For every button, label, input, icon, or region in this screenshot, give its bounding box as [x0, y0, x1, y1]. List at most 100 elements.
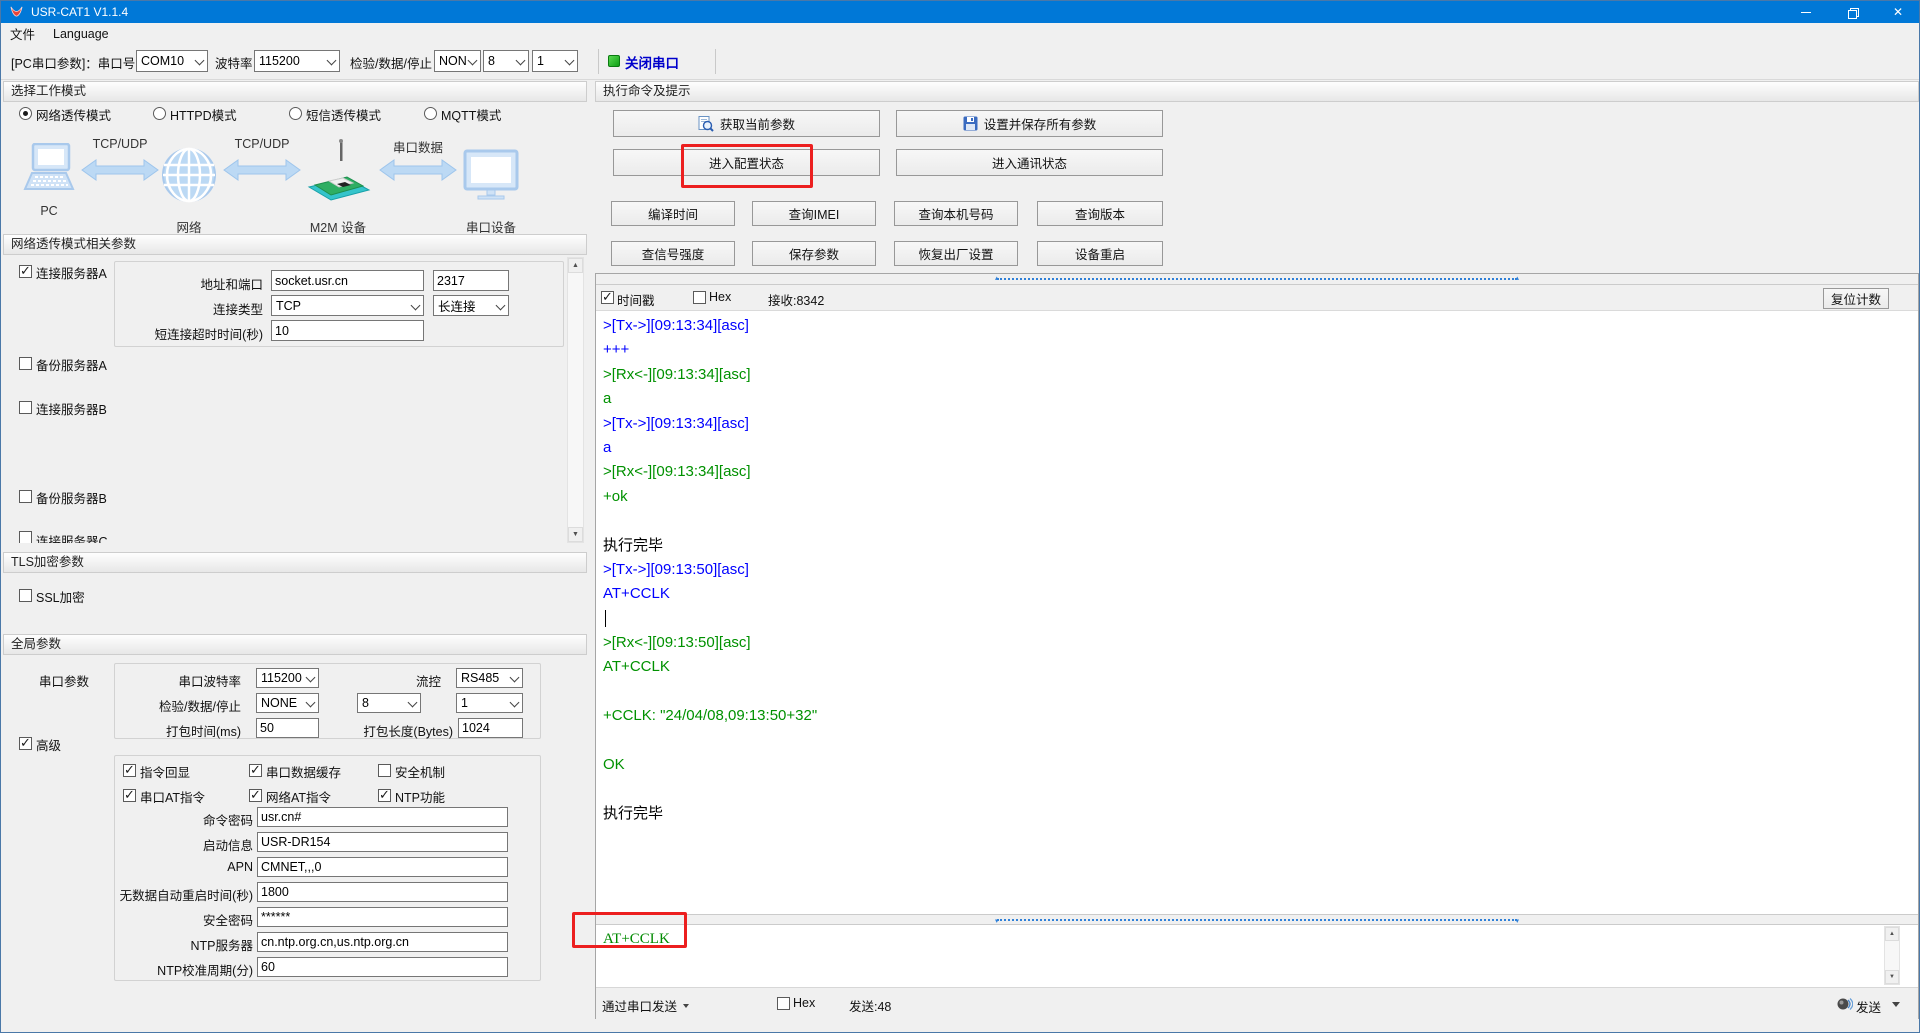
- connection-type-select[interactable]: TCP: [271, 295, 424, 316]
- splitter-handle[interactable]: ▴ ▴: [997, 278, 1517, 280]
- pack-length-label: 打包长度(Bytes): [359, 721, 453, 740]
- serial-databits-select[interactable]: 8: [357, 693, 421, 713]
- checkbox-timestamp[interactable]: [601, 291, 614, 304]
- parity-select[interactable]: NONI: [434, 50, 481, 72]
- reset-counter-button[interactable]: 复位计数: [1823, 288, 1889, 309]
- checkbox-serial-at[interactable]: [123, 789, 136, 802]
- menu-language[interactable]: Language: [44, 23, 118, 44]
- apn-input[interactable]: [257, 857, 508, 877]
- pc-icon: [23, 143, 75, 206]
- log-splitter-bottom[interactable]: ▾ ▾: [596, 914, 1918, 925]
- ntp-server-label: NTP服务器: [101, 935, 253, 954]
- boot-info-input[interactable]: [257, 832, 508, 852]
- baud-select[interactable]: 115200: [254, 50, 340, 72]
- radio-mqtt-mode[interactable]: [424, 107, 437, 120]
- close-serial-port-button[interactable]: 关闭串口: [625, 52, 679, 72]
- send-button[interactable]: 发送: [1856, 997, 1881, 1016]
- checkbox-label-timestamp: 时间戳: [617, 290, 655, 309]
- log-splitter-top[interactable]: ▴ ▴: [596, 274, 1918, 285]
- checkbox-server-a[interactable]: [19, 265, 32, 278]
- checkbox-server-b[interactable]: [19, 401, 32, 414]
- log-line: +++: [603, 338, 1918, 362]
- enter-config-state-button[interactable]: 进入配置状态: [613, 149, 880, 176]
- ntp-period-input[interactable]: [257, 957, 508, 977]
- log-line: >[Tx->][09:13:34][asc]: [603, 314, 1918, 338]
- checkbox-ssl[interactable]: [19, 589, 32, 602]
- dropdown-arrow-icon[interactable]: [1892, 1002, 1900, 1007]
- serial-device-icon: [463, 149, 519, 208]
- app-logo-icon: [9, 5, 24, 19]
- log-line: [603, 777, 1918, 801]
- splitter-arrow-icon: ▾: [995, 917, 999, 925]
- close-button[interactable]: ✕: [1875, 1, 1920, 23]
- link-label-tcp-udp-1: TCP/UDP: [81, 137, 159, 151]
- restore-button[interactable]: [1829, 1, 1875, 23]
- splitter-handle[interactable]: ▾ ▾: [997, 919, 1517, 921]
- checkbox-backup-server-a[interactable]: [19, 357, 32, 370]
- serial-stopbits-select[interactable]: 1: [456, 693, 523, 713]
- log-line: >[Rx<-][09:13:34][asc]: [603, 460, 1918, 484]
- serial-parity-select[interactable]: NONE: [256, 693, 319, 713]
- send-input-text[interactable]: AT+CCLK: [603, 931, 670, 948]
- set-save-params-button[interactable]: 设置并保存所有参数: [896, 110, 1163, 137]
- commands-header: 执行命令及提示: [595, 81, 1919, 102]
- ntp-server-input[interactable]: [257, 932, 508, 952]
- send-via-serial-dropdown[interactable]: 通过串口发送: [602, 996, 689, 1015]
- connection-mode-select[interactable]: 长连接: [433, 295, 509, 316]
- scroll-down-icon[interactable]: ▼: [568, 527, 583, 542]
- pack-length-input[interactable]: [458, 718, 523, 738]
- log-output[interactable]: >[Tx->][09:13:34][asc]+++ >[Rx<-][09:13:3…: [596, 311, 1918, 914]
- com-port-select[interactable]: COM10: [136, 50, 208, 72]
- flow-control-select[interactable]: RS485: [456, 668, 523, 688]
- checkbox-send-hex[interactable]: [777, 997, 790, 1010]
- save-params-button[interactable]: 保存参数: [752, 241, 876, 266]
- databits-select[interactable]: 8: [483, 50, 529, 72]
- server-a-port-input[interactable]: [433, 270, 509, 291]
- no-data-restart-input[interactable]: [257, 882, 508, 902]
- log-line: +ok: [603, 485, 1918, 509]
- scroll-down-icon[interactable]: ▼: [1885, 970, 1899, 984]
- security-password-input[interactable]: [257, 907, 508, 927]
- radio-sms-passthrough[interactable]: [289, 107, 302, 120]
- title-bar: USR-CAT1 V1.1.4 ✕: [1, 1, 1920, 23]
- compile-time-button[interactable]: 编译时间: [611, 201, 735, 226]
- short-conn-timeout-input[interactable]: [271, 320, 424, 341]
- checkbox-cmd-echo[interactable]: [123, 764, 136, 777]
- chevron-down-icon: [515, 56, 526, 66]
- serial-baud-select[interactable]: 115200: [256, 668, 319, 688]
- radio-httpd-mode[interactable]: [153, 107, 166, 120]
- get-params-button[interactable]: 获取当前参数: [613, 110, 880, 137]
- server-a-address-input[interactable]: [271, 270, 424, 291]
- checkbox-serial-cache[interactable]: [249, 764, 262, 777]
- enter-comm-state-button[interactable]: 进入通讯状态: [896, 149, 1163, 176]
- radio-network-passthrough[interactable]: [19, 107, 32, 120]
- query-phone-number-button[interactable]: 查询本机号码: [894, 201, 1018, 226]
- checkbox-server-c[interactable]: [19, 531, 32, 543]
- device-restart-button[interactable]: 设备重启: [1037, 241, 1163, 266]
- pack-time-input[interactable]: [256, 718, 319, 738]
- network-params-scrollbar[interactable]: ▲ ▼: [567, 257, 584, 543]
- minimize-button[interactable]: [1783, 1, 1829, 23]
- checkbox-security[interactable]: [378, 764, 391, 777]
- chevron-down-icon: [194, 56, 205, 66]
- log-line: AT+CCLK: [603, 655, 1918, 679]
- checkbox-advanced[interactable]: [19, 737, 32, 750]
- network-params-header: 网络透传模式相关参数: [3, 234, 587, 255]
- stopbits-select[interactable]: 1: [532, 50, 578, 72]
- send-scrollbar[interactable]: ▲ ▼: [1884, 926, 1900, 985]
- query-version-button[interactable]: 查询版本: [1037, 201, 1163, 226]
- checkbox-ntp[interactable]: [378, 789, 391, 802]
- checkbox-recv-hex[interactable]: [693, 291, 706, 304]
- query-signal-button[interactable]: 查信号强度: [611, 241, 735, 266]
- checkbox-backup-server-b[interactable]: [19, 490, 32, 503]
- sent-counter: 发送:48: [849, 996, 891, 1015]
- factory-reset-button[interactable]: 恢复出厂设置: [894, 241, 1018, 266]
- send-input-area[interactable]: AT+CCLK ▲ ▼: [596, 925, 1918, 987]
- scroll-up-icon[interactable]: ▲: [568, 258, 583, 273]
- menu-file[interactable]: 文件: [1, 23, 44, 44]
- query-imei-button[interactable]: 查询IMEI: [752, 201, 876, 226]
- cmd-password-input[interactable]: [257, 807, 508, 827]
- checkbox-network-at[interactable]: [249, 789, 262, 802]
- log-panel: ▴ ▴ 时间戳 Hex 接收:8342 复位计数 >[Tx->][09:13:3…: [595, 273, 1919, 1019]
- scroll-up-icon[interactable]: ▲: [1885, 927, 1899, 941]
